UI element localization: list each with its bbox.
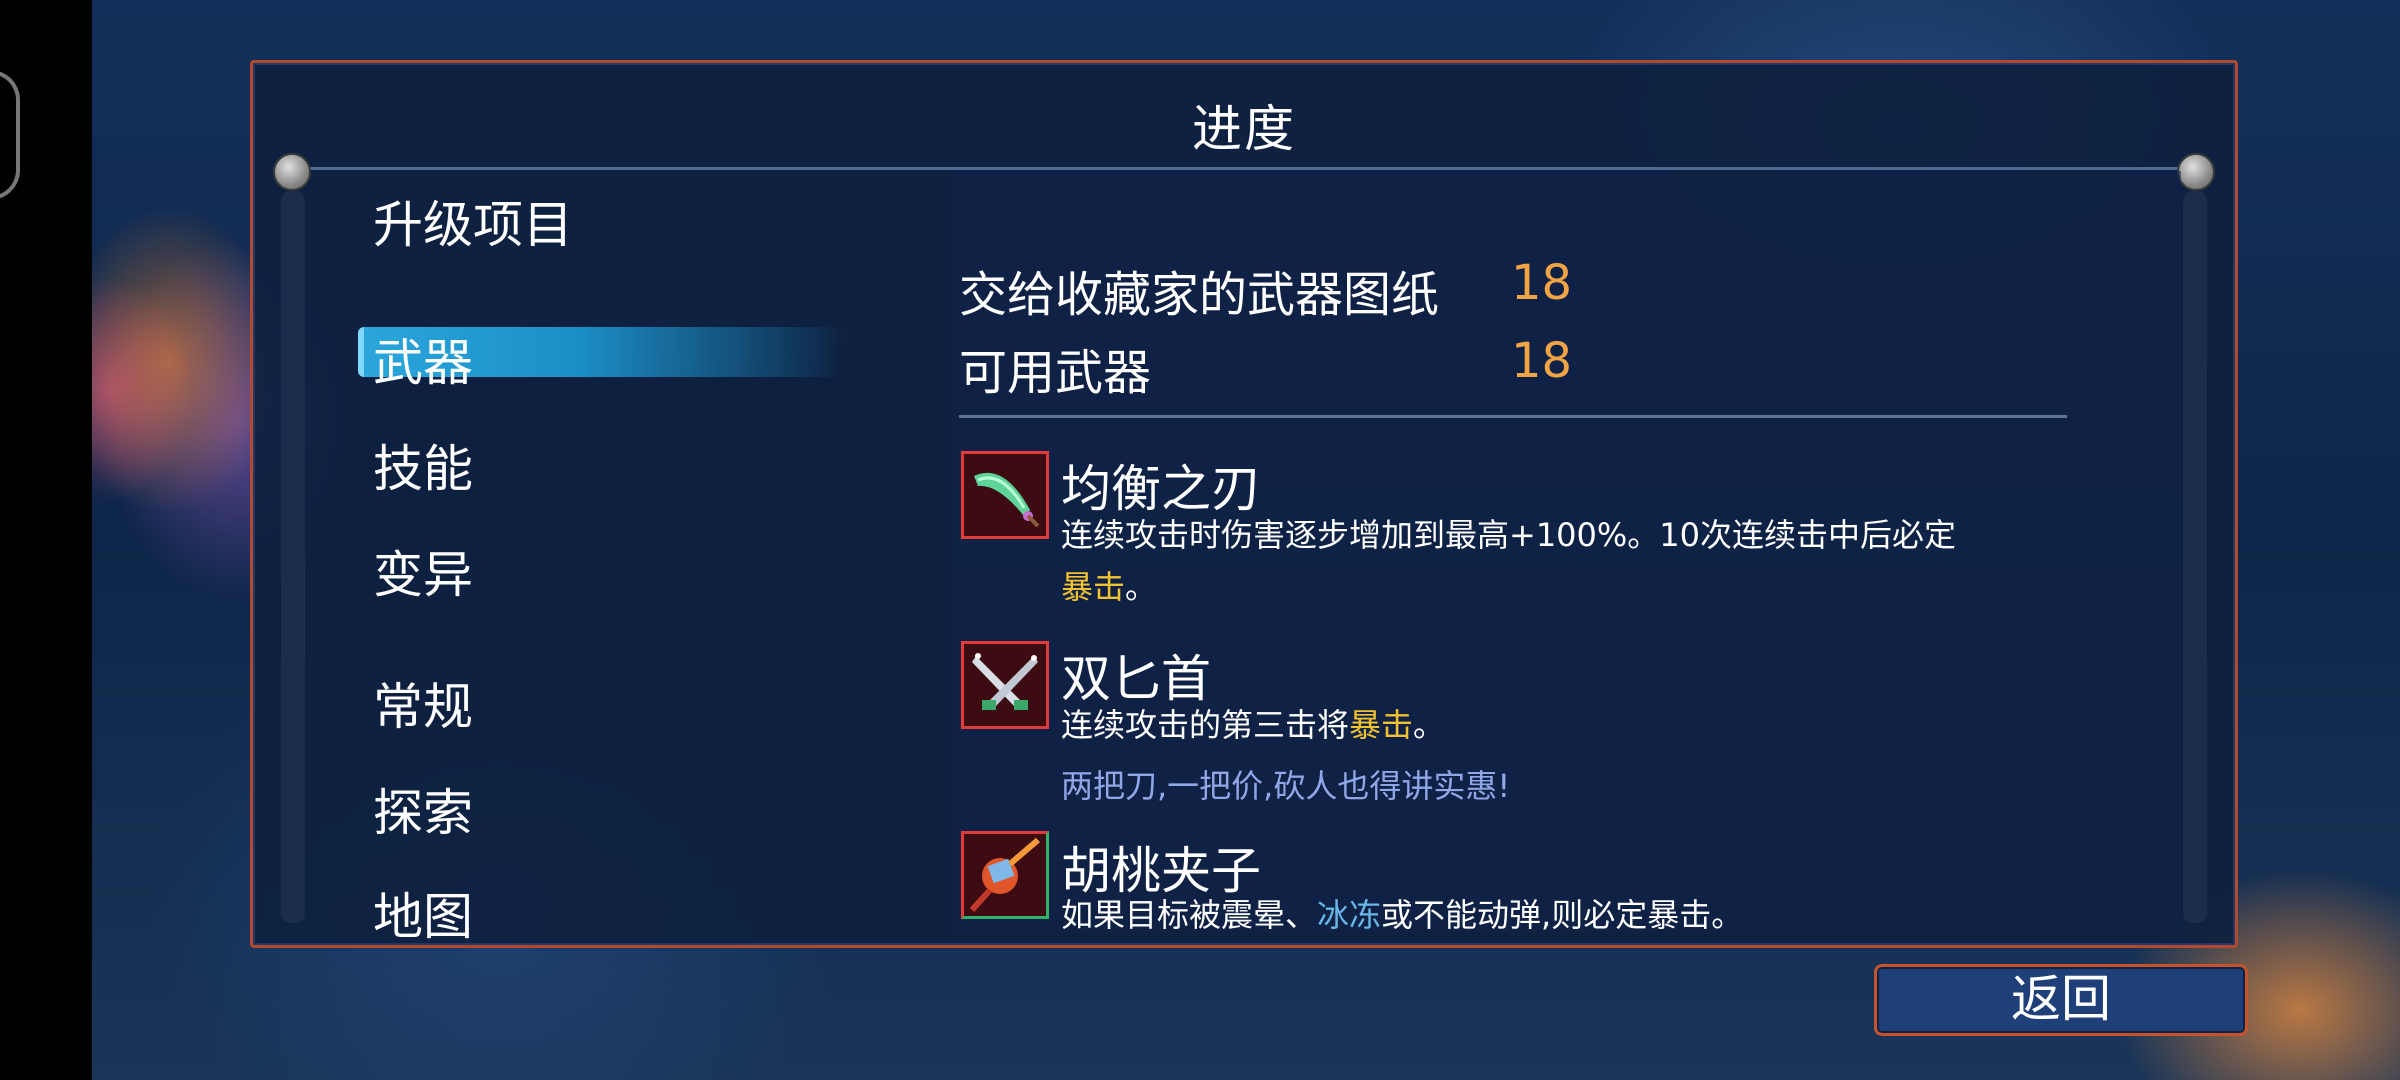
progress-panel: 进度 升级项目 武器 技能 变异 常规 探索 地图 交给收藏家的武器图纸 18 … [250, 60, 2238, 948]
weapon-description: 如果目标被震晕、冰冻或不能动弹,则必定暴击。 [1061, 896, 1744, 931]
weapon-description: 连续攻击的第三击将暴击。 [1061, 706, 1446, 744]
nutcracker-icon[interactable] [961, 831, 1049, 919]
rivet-left-icon [273, 153, 311, 191]
green-blade-icon[interactable] [961, 451, 1049, 539]
weapon-description: 连续攻击时伤害逐步增加到最高+100%。10次连续击中后必定 暴击。 [1061, 516, 1957, 606]
left-rail [281, 191, 305, 923]
stat-label-available: 可用武器 [959, 345, 1152, 401]
hexagon-menu-icon[interactable] [0, 70, 20, 200]
panel-title: 进度 [1192, 100, 1296, 158]
content-divider [959, 415, 2067, 418]
stat-value-blueprints: 18 [1511, 255, 1573, 311]
sidebar-item-upgrades[interactable]: 升级项目 [373, 185, 573, 257]
scrollbar[interactable] [2183, 191, 2207, 923]
sidebar-item-skills[interactable]: 技能 [373, 429, 473, 501]
sidebar-item-weapons[interactable]: 武器 [373, 323, 473, 395]
sidebar-item-exploration[interactable]: 探索 [373, 773, 473, 845]
title-divider [299, 167, 2189, 170]
stat-value-available: 18 [1511, 333, 1573, 389]
back-button[interactable]: 返回 [1874, 964, 2248, 1036]
sidebar-item-general[interactable]: 常规 [373, 667, 473, 739]
stat-label-blueprints: 交给收藏家的武器图纸 [959, 267, 1440, 323]
twin-daggers-icon[interactable] [961, 641, 1049, 729]
content-list[interactable]: 交给收藏家的武器图纸 18 可用武器 18 均衡之刃 连续攻击时伤害逐步增加到最… [951, 171, 2181, 931]
rivet-right-icon [2177, 153, 2215, 191]
screen-edge [0, 0, 92, 1080]
weapon-flavor-text: 两把刀,一把价,砍人也得讲实惠! [1061, 767, 1511, 805]
sidebar-item-mutations[interactable]: 变异 [373, 535, 473, 607]
sidebar-item-map[interactable]: 地图 [373, 877, 473, 949]
